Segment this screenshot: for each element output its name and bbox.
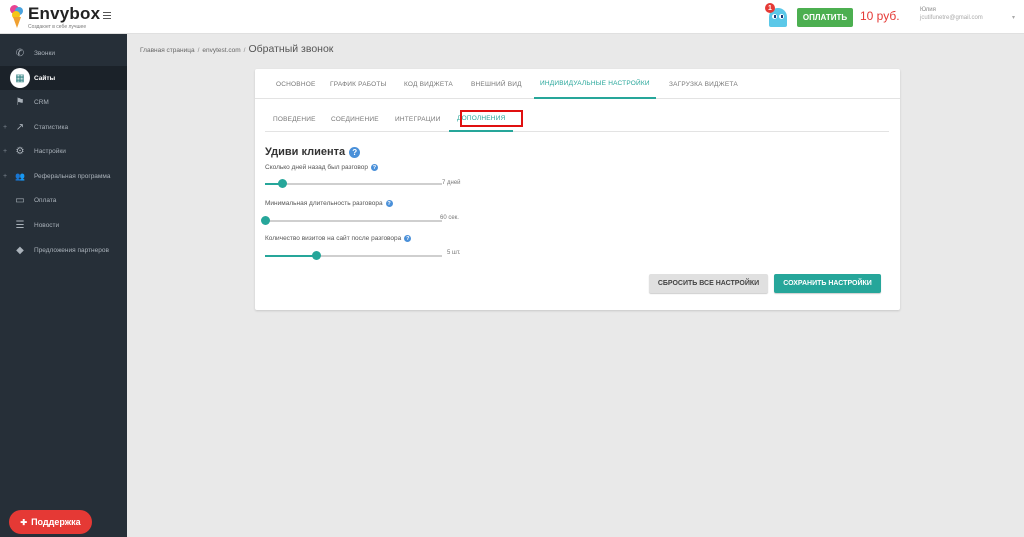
sidebar-item-label: Реферальная программа [34, 172, 111, 180]
sidebar-item-partners[interactable]: ◆ Предложения партнеров [0, 238, 127, 262]
sidebar-item-label: Сайты [34, 74, 56, 82]
support-icon: ✚ [20, 517, 28, 527]
phone-icon: ✆ [15, 47, 25, 59]
sub-tabs: ПОВЕДЕНИЕ СОЕДИНЕНИЕ ИНТЕГРАЦИИ ДОПОЛНЕН… [265, 107, 889, 132]
support-label: Поддержка [31, 517, 81, 527]
reset-all-button[interactable]: СБРОСИТЬ ВСЕ НАСТРОЙКИ [649, 274, 768, 293]
chart-icon: ↗ [15, 121, 25, 133]
user-name[interactable]: Юлия [920, 7, 936, 13]
breadcrumb: Главная страница / envytest.com / Обратн… [140, 43, 333, 55]
sidebar-item-label: Предложения партнеров [34, 246, 109, 254]
hamburger-menu-icon[interactable] [103, 12, 111, 19]
min-duration-value: 60 сек. [440, 215, 459, 221]
subtab-addons[interactable]: ДОПОЛНЕНИЯ [449, 107, 514, 132]
settings-card: ОСНОВНОЕ ГРАФИК РАБОТЫ КОД ВИДЖЕТА ВНЕШН… [255, 69, 900, 310]
sidebar-item-referral[interactable]: + 👥 Реферальная программа [0, 164, 127, 188]
breadcrumb-home[interactable]: Главная страница [140, 47, 195, 54]
subtab-behavior[interactable]: ПОВЕДЕНИЕ [273, 107, 316, 132]
days-ago-slider[interactable] [265, 179, 442, 189]
expand-plus-icon[interactable]: + [3, 148, 7, 155]
news-icon: ☰ [15, 219, 25, 231]
card-icon: ▭ [15, 194, 25, 206]
sidebar-item-sites[interactable]: ▦ Сайты [0, 66, 127, 90]
sidebar-item-crm[interactable]: ⚑ CRM [0, 90, 127, 114]
sidebar-item-label: Статистика [34, 123, 69, 131]
save-settings-button[interactable]: СОХРАНИТЬ НАСТРОЙКИ [774, 274, 881, 293]
tab-widget-code[interactable]: КОД ВИДЖЕТА [404, 69, 453, 99]
slider-thumb[interactable] [278, 179, 288, 188]
breadcrumb-site[interactable]: envytest.com [202, 47, 240, 54]
logo[interactable]: Envybox Создаюет в себе лучшее [10, 5, 100, 30]
notification-badge: 1 [765, 3, 775, 13]
tab-basic[interactable]: ОСНОВНОЕ [276, 69, 316, 99]
sidebar-item-statistics[interactable]: + ↗ Статистика [0, 115, 127, 139]
sidebar-item-label: Новости [34, 221, 60, 229]
slider-thumb[interactable] [260, 216, 270, 225]
page-title: Обратный звонок [248, 43, 334, 55]
help-icon[interactable]: ? [370, 164, 378, 171]
sidebar-item-payment[interactable]: ▭ Оплата [0, 188, 127, 212]
slider-fill [265, 255, 317, 257]
tab-individual-settings[interactable]: ИНДИВИДУАЛЬНЫЕ НАСТРОЙКИ [534, 69, 656, 99]
visits-value: 5 шт. [447, 250, 461, 256]
pay-button[interactable]: ОПЛАТИТЬ [797, 8, 853, 27]
help-icon[interactable]: ? [404, 235, 412, 242]
section-title: Удиви клиента ? [265, 146, 361, 158]
sidebar-item-settings[interactable]: + ⚙ Настройки [0, 139, 127, 163]
slider-thumb[interactable] [311, 251, 321, 260]
logo-tagline: Создаюет в себе лучшее [28, 24, 87, 30]
notifications-ghost-icon[interactable]: 1 [765, 3, 787, 27]
top-header: Envybox Создаюет в себе лучшее 1 ОПЛАТИТ… [0, 0, 1024, 34]
breadcrumb-separator: / [197, 47, 200, 54]
expand-plus-icon[interactable]: + [3, 173, 7, 180]
tag-icon: ◆ [16, 244, 24, 256]
main-tabs: ОСНОВНОЕ ГРАФИК РАБОТЫ КОД ВИДЖЕТА ВНЕШН… [255, 69, 900, 99]
support-button[interactable]: ✚ Поддержка [9, 510, 92, 534]
user-email[interactable]: jcutifunetre@gmail.com [920, 15, 983, 21]
tab-widget-loading[interactable]: ЗАГРУЗКА ВИДЖЕТА [669, 69, 738, 99]
min-duration-slider[interactable] [260, 216, 442, 226]
tab-schedule[interactable]: ГРАФИК РАБОТЫ [330, 69, 387, 99]
sidebar: ✆ Звонки ▦ Сайты ⚑ CRM + ↗ Статистика + … [0, 34, 127, 537]
ice-cream-icon [10, 5, 24, 29]
gear-icon: ⚙ [15, 145, 25, 157]
help-icon[interactable]: ? [385, 200, 393, 207]
field-label-min-duration: Минимальная длительность разговора ? [265, 200, 393, 207]
crm-icon: ⚑ [15, 96, 25, 108]
chevron-down-icon[interactable]: ▾ [1012, 14, 1015, 21]
section-title-text: Удиви клиента [265, 146, 346, 158]
breadcrumb-separator: / [243, 47, 246, 54]
sidebar-item-calls[interactable]: ✆ Звонки [0, 41, 127, 65]
sidebar-item-label: Оплата [34, 196, 57, 204]
subtab-connection[interactable]: СОЕДИНЕНИЕ [331, 107, 379, 132]
help-icon[interactable]: ? [349, 146, 361, 158]
days-ago-value: 7 дней [442, 180, 461, 186]
sidebar-item-label: CRM [34, 98, 49, 106]
expand-plus-icon[interactable]: + [3, 124, 7, 131]
sidebar-item-label: Звонки [34, 49, 55, 57]
visits-slider[interactable] [265, 251, 442, 261]
sidebar-item-news[interactable]: ☰ Новости [0, 213, 127, 237]
tab-appearance[interactable]: ВНЕШНИЙ ВИД [471, 69, 522, 99]
sidebar-item-label: Настройки [34, 147, 66, 155]
sites-icon: ▦ [10, 68, 30, 88]
field-label-days-ago: Сколько дней назад был разговор ? [265, 164, 378, 171]
logo-name: Envybox [28, 4, 101, 23]
subtab-integrations[interactable]: ИНТЕГРАЦИИ [395, 107, 441, 132]
users-icon: 👥 [15, 171, 25, 181]
balance-amount: 10 руб. [860, 9, 900, 23]
field-label-visits: Количество визитов на сайт после разгово… [265, 235, 412, 242]
